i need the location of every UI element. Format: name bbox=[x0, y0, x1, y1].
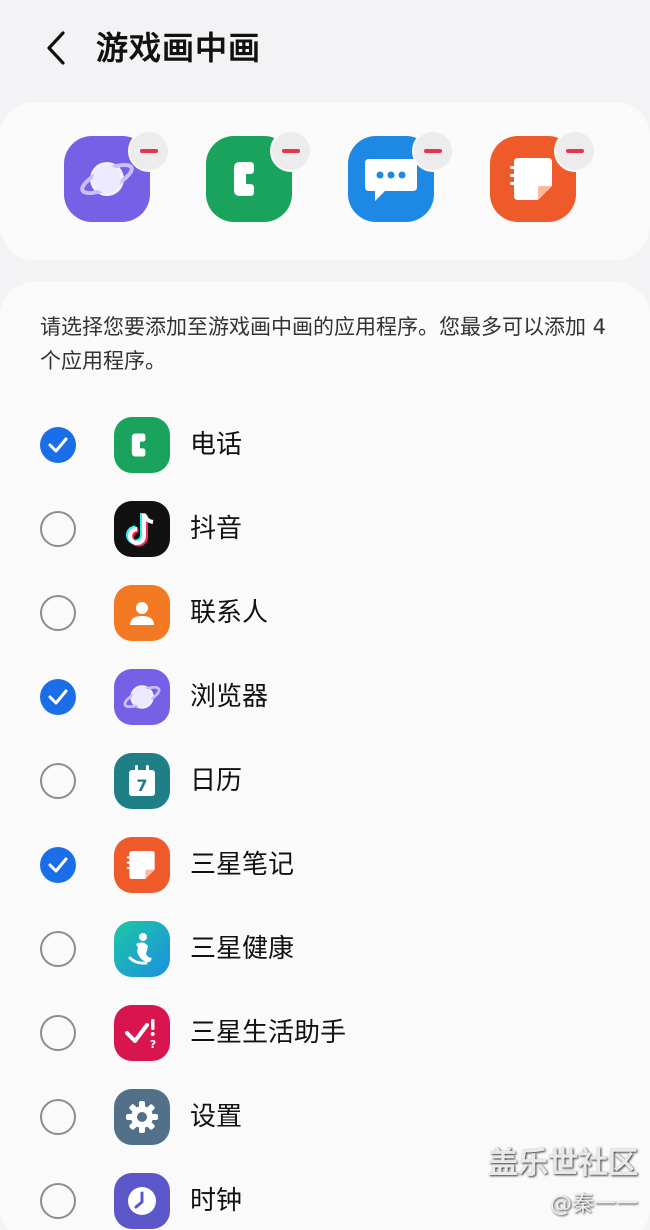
chevron-left-icon bbox=[47, 31, 65, 65]
list-item-samsung-health[interactable]: 三星健康 bbox=[0, 907, 650, 991]
list-item-browser[interactable]: 浏览器 bbox=[0, 655, 650, 739]
samsung-notes-icon bbox=[114, 837, 170, 893]
douyin-icon bbox=[114, 501, 170, 557]
remove-button[interactable] bbox=[554, 130, 596, 172]
list-item-contacts[interactable]: 联系人 bbox=[0, 571, 650, 655]
app-label: 三星健康 bbox=[190, 934, 295, 964]
clock-icon bbox=[114, 1173, 170, 1229]
list-item-life-assistant[interactable]: ? 三星生活助手 bbox=[0, 991, 650, 1075]
app-label: 抖音 bbox=[190, 514, 243, 544]
list-item-phone[interactable]: 电话 bbox=[0, 403, 650, 487]
checkbox[interactable] bbox=[40, 595, 76, 631]
remove-button[interactable] bbox=[412, 130, 454, 172]
minus-icon bbox=[140, 149, 158, 153]
checkmark-icon bbox=[48, 857, 68, 873]
minus-icon bbox=[566, 149, 584, 153]
selected-app-phone[interactable] bbox=[206, 130, 312, 236]
contacts-icon bbox=[114, 585, 170, 641]
checkmark-icon bbox=[48, 437, 68, 453]
settings-icon bbox=[114, 1089, 170, 1145]
checkbox[interactable] bbox=[40, 1183, 76, 1219]
checkmark-icon bbox=[48, 689, 68, 705]
selected-apps-panel bbox=[0, 102, 650, 260]
checkbox[interactable] bbox=[40, 679, 76, 715]
watermark-author: @秦一一 bbox=[549, 1192, 638, 1217]
app-label: 浏览器 bbox=[190, 682, 269, 712]
app-label: 三星生活助手 bbox=[190, 1018, 347, 1048]
app-list-panel: 请选择您要添加至游戏画中画的应用程序。您最多可以添加 4 个应用程序。 电话 抖… bbox=[0, 282, 650, 1230]
checkbox[interactable] bbox=[40, 1099, 76, 1135]
watermark: 盖乐世社区 @秦一一 bbox=[488, 1138, 638, 1218]
page-title: 游戏画中画 bbox=[96, 29, 262, 67]
app-label: 时钟 bbox=[190, 1186, 243, 1216]
checkbox[interactable] bbox=[40, 763, 76, 799]
selected-app-messages[interactable] bbox=[348, 130, 454, 236]
remove-button[interactable] bbox=[270, 130, 312, 172]
checkbox[interactable] bbox=[40, 511, 76, 547]
calendar-icon: 7 bbox=[114, 753, 170, 809]
app-label: 联系人 bbox=[190, 598, 269, 628]
remove-button[interactable] bbox=[128, 130, 170, 172]
calendar-day-number: 7 bbox=[136, 776, 147, 795]
app-label: 设置 bbox=[190, 1102, 243, 1132]
app-label: 三星笔记 bbox=[190, 850, 295, 880]
app-label: 电话 bbox=[190, 430, 243, 460]
back-button[interactable] bbox=[34, 26, 78, 70]
instruction-text: 请选择您要添加至游戏画中画的应用程序。您最多可以添加 4 个应用程序。 bbox=[40, 315, 607, 373]
top-bar: 游戏画中画 bbox=[0, 0, 650, 100]
minus-icon bbox=[424, 149, 442, 153]
list-item-samsung-notes[interactable]: 三星笔记 bbox=[0, 823, 650, 907]
selected-app-browser[interactable] bbox=[64, 130, 170, 236]
selected-app-notes[interactable] bbox=[490, 130, 596, 236]
samsung-health-icon bbox=[114, 921, 170, 977]
internet-browser-icon bbox=[114, 669, 170, 725]
checkbox[interactable] bbox=[40, 427, 76, 463]
checkbox[interactable] bbox=[40, 931, 76, 967]
samsung-life-assistant-icon: ? bbox=[114, 1005, 170, 1061]
svg-text:?: ? bbox=[150, 1038, 156, 1051]
watermark-title: 盖乐世社区 bbox=[488, 1146, 638, 1181]
checkbox[interactable] bbox=[40, 847, 76, 883]
phone-icon bbox=[114, 417, 170, 473]
app-label: 日历 bbox=[190, 766, 243, 796]
checkbox[interactable] bbox=[40, 1015, 76, 1051]
list-item-calendar[interactable]: 7 日历 bbox=[0, 739, 650, 823]
list-item-douyin[interactable]: 抖音 bbox=[0, 487, 650, 571]
minus-icon bbox=[282, 149, 300, 153]
